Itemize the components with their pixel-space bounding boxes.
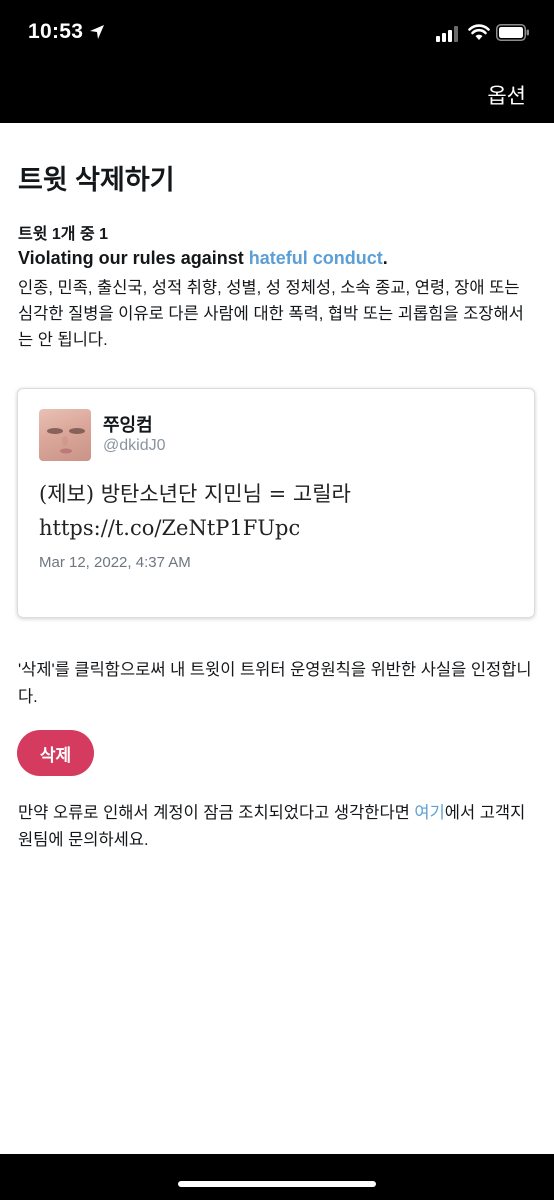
status-time: 10:53 [28,20,84,43]
tweet-date: Mar 12, 2022, 4:37 AM [39,554,191,571]
tweet-card: 쭈잉컴 @dkidJ0 (제보) 방탄소년단 지민님 = 고릴라 https:/… [17,388,535,618]
appeal-text: 만약 오류로 인해서 계정이 잠금 조치되었다고 생각한다면 여기에서 고객지원… [18,800,538,854]
options-button[interactable]: 옵션 [487,80,526,110]
tweet-text: (제보) 방탄소년단 지민님 = 고릴라 https://t.co/ZeNtP1… [39,477,519,545]
cellular-signal-icon [436,26,462,47]
violation-description: 인종, 민족, 출신국, 성적 취향, 성별, 성 정체성, 소속 종교, 연령… [18,279,524,349]
tweet-text-line: (제보) 방탄소년단 지민님 = 고릴라 [39,482,351,506]
tweet-link[interactable]: https://t.co/ZeNtP1FUpc [39,511,519,545]
bottom-bar [0,1154,554,1200]
location-arrow-icon [89,24,105,45]
home-indicator[interactable] [178,1181,376,1187]
tweet-author-handle: @dkidJ0 [103,437,166,454]
violation-suffix: . [382,248,388,268]
wifi-icon [468,23,490,46]
page-title: 트윗 삭제하기 [18,165,175,195]
appeal-here-link[interactable]: 여기 [414,804,444,822]
tweet-author-name: 쭈잉컴 [103,415,153,435]
avatar [39,409,91,461]
top-bar: 10:53 옵션 [0,0,554,123]
hateful-conduct-link[interactable]: hateful conduct [249,248,383,268]
battery-icon [496,24,530,46]
violation-heading: Violating our rules against hateful cond… [18,248,388,269]
tweet-count: 트윗 1개 중 1 [18,226,109,243]
violation-prefix: Violating our rules against [18,248,249,268]
delete-button[interactable]: 삭제 [17,730,94,776]
appeal-prefix: 만약 오류로 인해서 계정이 잠금 조치되었다고 생각한다면 [18,804,415,822]
consent-text: '삭제'를 클릭함으로써 내 트윗이 트위터 운영원칙을 위반한 사실을 인정합… [18,661,532,706]
